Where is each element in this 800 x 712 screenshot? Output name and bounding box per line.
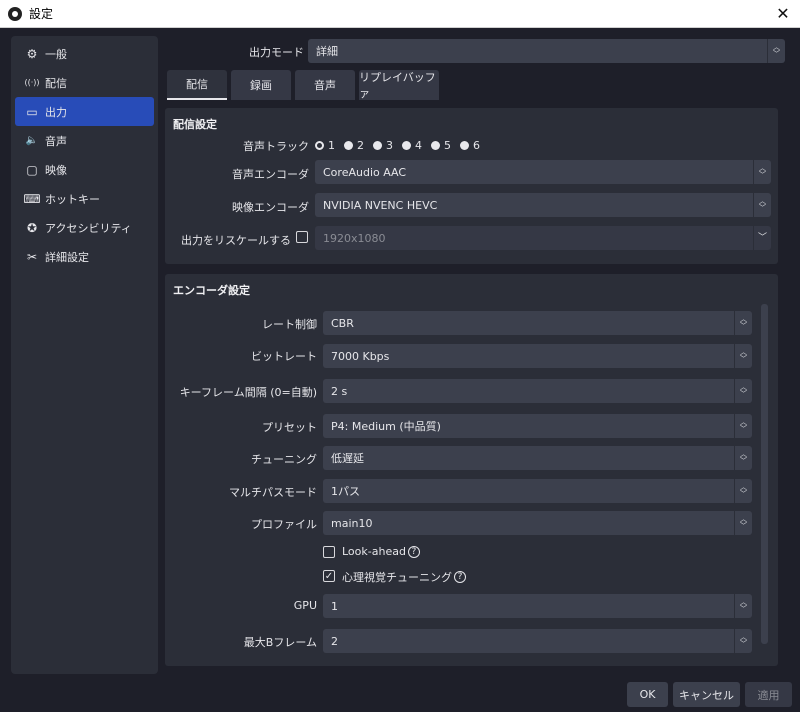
speaker-icon: 🔈 [25,135,39,146]
preset-select[interactable]: P4: Medium (中品質) ︿ ﹀ [323,414,752,438]
psycho-visual-checkbox[interactable]: ✓ [323,570,335,582]
bitrate-label: ビットレート [251,350,317,363]
chevron-updown-icon: ︿ ﹀ [734,414,752,438]
tab-audio[interactable]: 音声 [295,70,355,100]
encoder-settings-title: エンコーダ設定 [173,284,250,297]
tools-icon: ✂ [26,249,38,264]
sidebar-item-audio[interactable]: 🔈 音声 [15,126,154,155]
track-radio-6[interactable]: 6 [460,139,480,152]
multipass-select[interactable]: 1パス ︿ ﹀ [323,479,752,503]
profile-label: プロファイル [251,518,317,531]
chevron-down-icon: ﹀ [753,226,771,250]
track-radio-4[interactable]: 4 [402,139,422,152]
apply-button[interactable]: 適用 [745,682,792,707]
profile-select[interactable]: main10 ︿ ﹀ [323,511,752,535]
output-settings-panel: 出力モード 詳細 ︿ ﹀ 配信 録画 音声 リプレイバッファ 配信設定 音声トラッ… [164,36,788,676]
preset-label: プリセット [262,421,317,434]
streaming-settings-title: 配信設定 [173,118,217,131]
keyframe-interval-label: キーフレーム間隔 (0=自動) [179,386,317,399]
video-encoder-label: 映像エンコーダ [232,201,309,214]
audio-track-radios: 1 2 3 4 5 6 [315,139,489,152]
rescale-label: 出力をリスケールする [181,234,291,247]
spin-arrows-icon[interactable]: ︿ ﹀ [734,629,752,653]
obs-logo-icon [8,6,22,21]
tab-recording[interactable]: 録画 [231,70,291,100]
settings-sidebar: ⚙ 一般 ((·)) 配信 ▭ 出力 🔈 音声 ▢ 映像 ⌨ ホットキー ✪ ア… [11,36,158,674]
accessibility-icon: ✪ [26,220,38,235]
ok-button[interactable]: OK [627,682,668,707]
video-encoder-select[interactable]: NVIDIA NVENC HEVC ︿ ﹀ [315,193,771,217]
gpu-label: GPU [293,599,317,612]
lookahead-row: Look-ahead ? [342,545,420,558]
close-icon[interactable]: ✕ [770,1,796,27]
chevron-updown-icon: ︿ ﹀ [734,479,752,503]
track-radio-5[interactable]: 5 [431,139,451,152]
output-mode-label: 出力モード [249,46,304,59]
spin-arrows-icon[interactable]: ︿ ﹀ [734,379,752,403]
streaming-settings-group: 配信設定 音声トラック 1 2 3 4 5 6 音声エンコーダ CoreAudi… [165,108,778,264]
max-bframes-spinbox[interactable]: 2 ︿ ﹀ [323,629,752,653]
track-radio-1[interactable]: 1 [315,139,335,152]
broadcast-icon: ((·)) [24,78,40,87]
output-mode-select[interactable]: 詳細 ︿ ﹀ [308,39,785,63]
psycho-visual-label: 心理視覚チューニング [342,571,452,584]
chevron-updown-icon: ︿ ﹀ [734,511,752,535]
gear-icon: ⚙ [26,46,38,61]
max-bframes-label: 最大Bフレーム [243,636,317,649]
tuning-label: チューニング [251,453,317,466]
cancel-button[interactable]: キャンセル [673,682,740,707]
lookahead-label: Look-ahead [342,545,406,558]
sidebar-item-hotkeys[interactable]: ⌨ ホットキー [15,184,154,213]
tuning-select[interactable]: 低遅延 ︿ ﹀ [323,446,752,470]
encoder-settings-scrollbar[interactable] [761,304,768,644]
rate-control-label: レート制御 [262,318,317,331]
chevron-updown-icon: ︿ ﹀ [734,311,752,335]
encoder-settings-group: エンコーダ設定 レート制御 CBR ︿ ﹀ ビットレート 7000 Kbps ︿ ﹀… [165,274,778,666]
spin-arrows-icon[interactable]: ︿ ﹀ [734,344,752,368]
rescale-resolution-select[interactable]: 1920x1080 ﹀ [315,226,771,250]
window-title: 設定 [29,7,54,21]
sidebar-item-video[interactable]: ▢ 映像 [15,155,154,184]
chevron-updown-icon: ︿ ﹀ [753,160,771,184]
sidebar-item-stream[interactable]: ((·)) 配信 [15,68,154,97]
track-radio-2[interactable]: 2 [344,139,364,152]
rate-control-select[interactable]: CBR ︿ ﹀ [323,311,752,335]
keyframe-interval-spinbox[interactable]: 2 s ︿ ﹀ [323,379,752,403]
sidebar-item-general[interactable]: ⚙ 一般 [15,39,154,68]
tab-streaming[interactable]: 配信 [167,70,227,100]
sidebar-item-advanced[interactable]: ✂ 詳細設定 [15,242,154,271]
audio-track-label: 音声トラック [243,140,309,153]
bitrate-spinbox[interactable]: 7000 Kbps ︿ ﹀ [323,344,752,368]
help-icon[interactable]: ? [407,545,420,558]
psycho-visual-row: 心理視覚チューニング ? [342,569,466,585]
audio-encoder-label: 音声エンコーダ [232,168,309,181]
sidebar-item-output[interactable]: ▭ 出力 [15,97,154,126]
gpu-spinbox[interactable]: 1 ︿ ﹀ [323,594,752,618]
sidebar-item-accessibility[interactable]: ✪ アクセシビリティ [15,213,154,242]
spin-arrows-icon[interactable]: ︿ ﹀ [734,594,752,618]
help-icon[interactable]: ? [454,571,466,583]
chevron-updown-icon: ︿ ﹀ [734,446,752,470]
monitor-icon: ▢ [26,162,38,177]
lookahead-checkbox[interactable] [323,546,335,558]
output-icon: ▭ [26,104,38,119]
audio-encoder-select[interactable]: CoreAudio AAC ︿ ﹀ [315,160,771,184]
title-bar: 設定 ✕ [0,0,800,28]
multipass-label: マルチパスモード [229,486,317,499]
keyboard-icon: ⌨ [23,191,41,206]
rescale-checkbox[interactable] [296,231,308,243]
tab-replay-buffer[interactable]: リプレイバッファ [359,70,439,100]
chevron-updown-icon: ︿ ﹀ [767,39,785,63]
track-radio-3[interactable]: 3 [373,139,393,152]
output-tabs: 配信 録画 音声 リプレイバッファ [167,70,443,100]
chevron-updown-icon: ︿ ﹀ [753,193,771,217]
